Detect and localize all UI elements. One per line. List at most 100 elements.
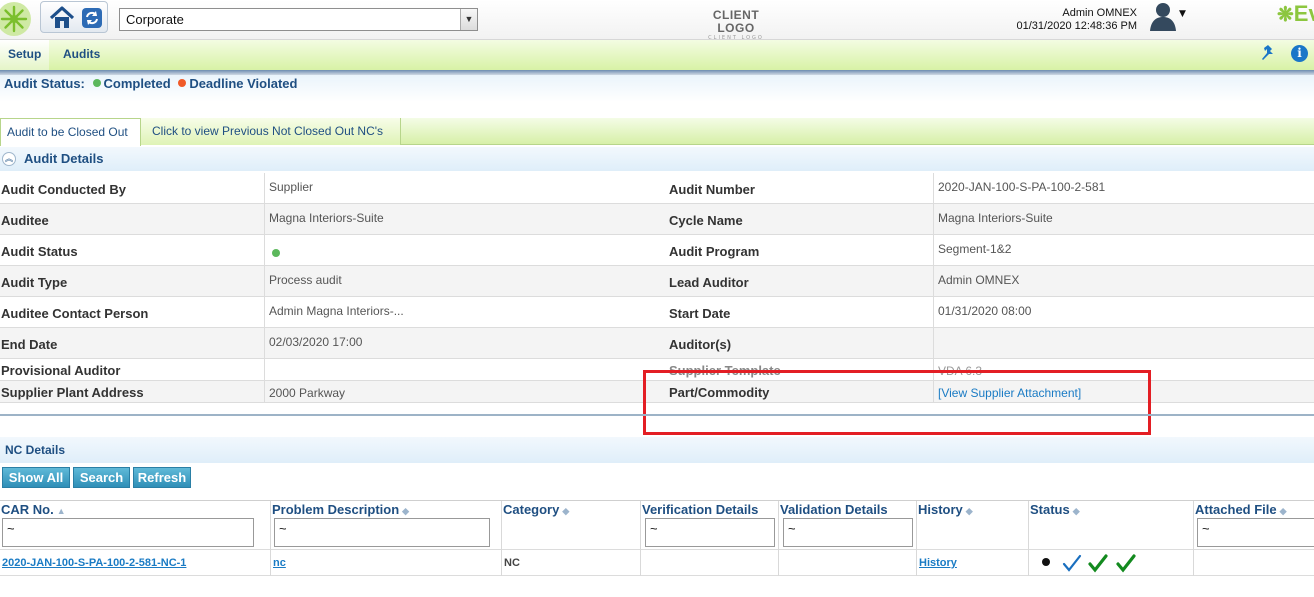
detail-value: Magna Interiors-Suite [264, 204, 665, 234]
detail-label: Supplier Plant Address [1, 385, 144, 400]
filter-cell [916, 518, 1028, 550]
detail-value [933, 328, 1314, 358]
detail-label: Audit Conducted By [1, 182, 126, 197]
nc-grid-header: CAR No. ▲ Problem Description ◆ Category ◆ … [0, 500, 1314, 519]
client-logo: CLIENT LOGO CLIENT LOGO [694, 9, 778, 42]
menu-item-setup[interactable]: Setup [0, 40, 50, 70]
audit-details-header[interactable]: ︽ Audit Details [0, 147, 1314, 171]
sort-icon[interactable]: ◆ [1280, 506, 1287, 516]
show-all-button[interactable]: Show All [2, 467, 70, 488]
column-header-label: Category [503, 502, 560, 517]
column-header-category[interactable]: Category ◆ [501, 501, 640, 519]
detail-value [264, 235, 665, 265]
tab-audit-to-be-closed-out[interactable]: Audit to be Closed Out [0, 118, 141, 146]
detail-label: Cycle Name [669, 213, 743, 228]
collapse-icon[interactable]: ︽ [2, 152, 16, 166]
info-icon[interactable]: i [1291, 45, 1308, 62]
tab-previous-not-closed-out[interactable]: Click to view Previous Not Closed Out NC… [141, 118, 401, 145]
verification-details-filter-input[interactable]: ~ [645, 518, 775, 547]
sort-icon[interactable]: ◆ [966, 506, 973, 516]
history-cell: History [916, 550, 1028, 576]
detail-label: Audit Type [1, 275, 68, 290]
category-cell: NC [501, 550, 640, 576]
column-header-validation-details[interactable]: Validation Details [778, 501, 916, 519]
top-bar: Corporate ▼ CLIENT LOGO CLIENT LOGO Admi… [0, 0, 1314, 42]
detail-value: Admin OMNEX [933, 266, 1314, 296]
filter-cell: ~ [0, 518, 270, 550]
detail-label: Audit Program [669, 244, 760, 259]
nc-details-title: NC Details [5, 443, 66, 457]
chevron-down-icon[interactable]: ▼ [460, 9, 477, 30]
detail-label: Provisional Auditor [1, 363, 121, 378]
problem-description-filter-input[interactable]: ~ [274, 518, 490, 547]
sort-icon[interactable]: ▲ [57, 506, 66, 516]
detail-label: End Date [1, 337, 58, 352]
detail-label: Start Date [669, 306, 731, 321]
detail-label: Auditee Contact Person [1, 306, 149, 321]
problem-description-link[interactable]: nc [273, 557, 286, 569]
detail-value: Process audit [264, 266, 665, 296]
column-header-problem-description[interactable]: Problem Description ◆ [270, 501, 501, 519]
brand-mark-icon: ❋ [1277, 4, 1294, 26]
column-header-status[interactable]: Status ◆ [1028, 501, 1193, 519]
car-no-cell: 2020-JAN-100-S-PA-100-2-581-NC-1 [0, 550, 270, 576]
app-logo-icon [0, 0, 34, 38]
search-button[interactable]: Search [73, 467, 130, 488]
column-header-label: Problem Description [272, 502, 400, 517]
detail-row: Auditee Magna Interiors-Suite Cycle Name… [0, 204, 1314, 235]
sort-icon[interactable]: ◆ [562, 506, 569, 516]
nc-grid-filter-row: ~ ~ ~ ~ ~ [0, 518, 1314, 550]
detail-value: Admin Magna Interiors-... [264, 297, 665, 327]
refresh-icon[interactable] [79, 6, 105, 30]
filter-cell [501, 518, 640, 550]
detail-row: Auditee Contact Person Admin Magna Inter… [0, 297, 1314, 328]
refresh-button[interactable]: Refresh [133, 467, 191, 488]
column-header-label: Attached File [1195, 502, 1277, 517]
validation-details-filter-input[interactable]: ~ [783, 518, 913, 547]
detail-row: Audit Conducted By Supplier Audit Number… [0, 173, 1314, 204]
column-header-history[interactable]: History ◆ [916, 501, 1028, 519]
history-link[interactable]: History [919, 557, 957, 569]
column-header-verification-details[interactable]: Verification Details [640, 501, 778, 519]
column-header-label: Verification Details [642, 502, 759, 517]
problem-description-cell: nc [270, 550, 501, 576]
filter-cell: ~ [1193, 518, 1314, 550]
pin-icon[interactable] [1259, 44, 1277, 62]
filter-cell: ~ [270, 518, 501, 550]
audit-status-legend: Audit Status: Completed Deadline Violate… [0, 75, 1314, 102]
check-green-icon [1088, 553, 1108, 576]
audit-status-completed-icon [272, 249, 280, 257]
car-no-filter-input[interactable]: ~ [2, 518, 254, 547]
home-icon[interactable] [49, 6, 75, 30]
user-menu-caret-icon[interactable]: ▼ [1179, 9, 1186, 19]
detail-row: Audit Status Audit Program Segment-1&2 [0, 235, 1314, 266]
car-no-link[interactable]: 2020-JAN-100-S-PA-100-2-581-NC-1 [2, 557, 186, 569]
current-datetime: 01/31/2020 12:48:36 PM [1016, 20, 1137, 32]
filter-cell [1028, 518, 1193, 550]
user-info: Admin OMNEX 01/31/2020 12:48:36 PM [980, 7, 1137, 33]
location-select[interactable]: Corporate ▼ [119, 8, 478, 31]
column-header-label: History [918, 502, 963, 517]
audit-status-title: Audit Status: [4, 76, 85, 91]
column-header-car-no[interactable]: CAR No. ▲ [0, 501, 270, 519]
audit-tabs: Audit to be Closed Out Click to view Pre… [0, 118, 1314, 146]
client-logo-main: CLIENT LOGO [712, 8, 760, 35]
nc-details-header: NC Details [0, 437, 1314, 463]
filter-cell: ~ [640, 518, 778, 550]
sort-icon[interactable]: ◆ [1073, 506, 1080, 516]
column-header-attached-file[interactable]: Attached File ◆ [1193, 501, 1314, 519]
sort-icon[interactable]: ◆ [402, 506, 409, 516]
home-refresh-group [40, 1, 108, 33]
detail-row: Audit Type Process audit Lead Auditor Ad… [0, 266, 1314, 297]
brand-logo: ❋Ev [1277, 1, 1314, 27]
detail-value: Supplier [264, 173, 665, 203]
menu-item-audits[interactable]: Audits [55, 40, 108, 70]
brand-text: Ev [1293, 1, 1314, 26]
audit-status-legend-label: Audit Status: Completed Deadline Violate… [4, 76, 297, 91]
main-menu-bar: Setup Audits [0, 40, 1314, 70]
attached-file-filter-input[interactable]: ~ [1197, 518, 1314, 547]
detail-value: Magna Interiors-Suite [933, 204, 1314, 234]
user-avatar-icon[interactable] [1149, 1, 1177, 31]
section-divider [0, 414, 1314, 416]
filter-cell: ~ [778, 518, 916, 550]
